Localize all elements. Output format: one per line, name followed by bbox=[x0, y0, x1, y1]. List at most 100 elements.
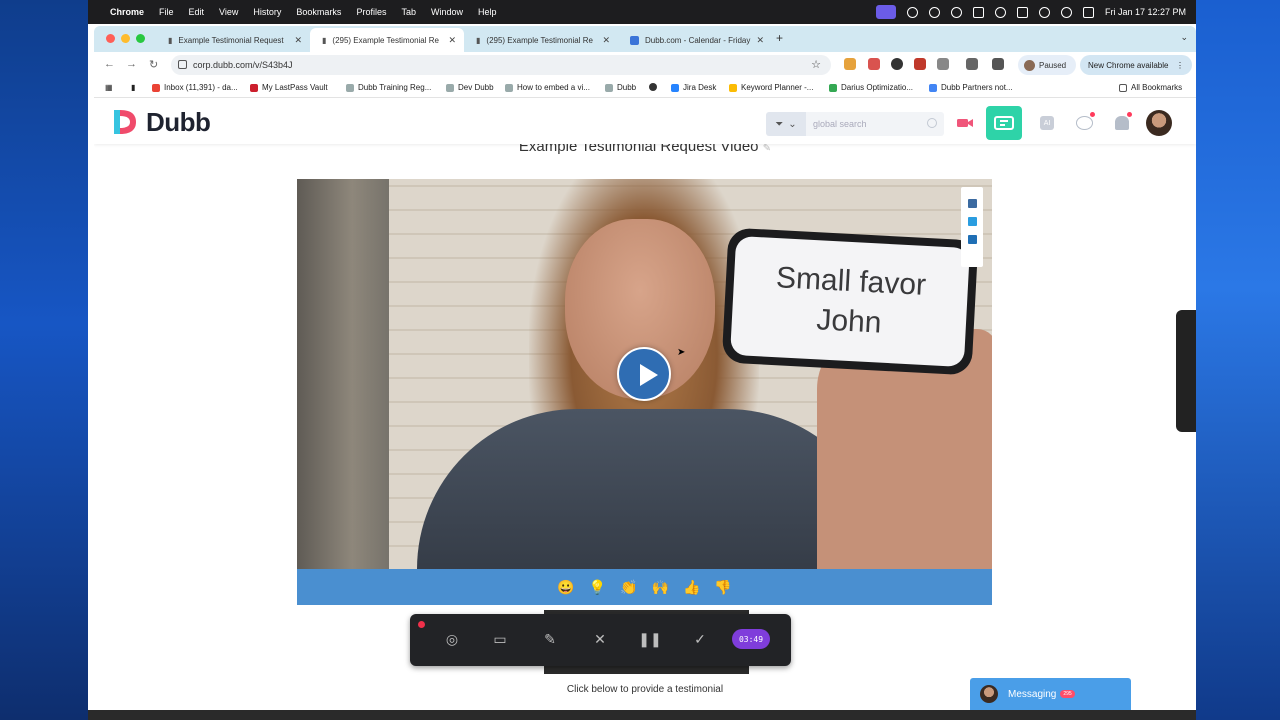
spotlight-search-icon[interactable] bbox=[1060, 6, 1072, 18]
play-button[interactable] bbox=[617, 347, 671, 401]
apps-grid-icon[interactable]: ▦ bbox=[105, 83, 113, 92]
wifi-icon[interactable] bbox=[1038, 6, 1050, 18]
cancel-icon[interactable]: ✕ bbox=[592, 631, 608, 647]
profile-button[interactable]: Paused bbox=[1018, 55, 1076, 75]
kebab-menu-icon[interactable]: ⋮ bbox=[1176, 61, 1184, 70]
extension-icon[interactable] bbox=[844, 58, 856, 70]
record-icon[interactable] bbox=[928, 6, 940, 18]
zoom-window-button[interactable] bbox=[136, 34, 145, 43]
reading-list-icon[interactable] bbox=[966, 58, 978, 70]
menu-bookmarks[interactable]: Bookmarks bbox=[296, 7, 341, 17]
menu-tab[interactable]: Tab bbox=[401, 7, 416, 17]
messaging-widget[interactable]: Messaging 295 bbox=[970, 678, 1131, 710]
screen-recorder-icon[interactable] bbox=[875, 5, 896, 19]
menu-file[interactable]: File bbox=[159, 7, 174, 17]
bookmark-darius[interactable]: Darius Optimizatio... bbox=[829, 83, 913, 92]
menu-history[interactable]: History bbox=[253, 7, 281, 17]
bookmark-lastpass[interactable]: My LastPass Vault bbox=[250, 83, 328, 92]
bookmark-dubb-partners[interactable]: Dubb Partners not... bbox=[929, 83, 1013, 92]
back-icon[interactable]: ← bbox=[104, 58, 115, 70]
download-icon[interactable] bbox=[992, 58, 1004, 70]
linkedin-icon[interactable] bbox=[967, 235, 977, 244]
ai-icon[interactable]: AI bbox=[1040, 116, 1054, 130]
bookmark-dubb-icon[interactable]: ▮ bbox=[131, 83, 135, 92]
video-player[interactable]: Small favor John ➤ bbox=[297, 179, 992, 569]
menu-edit[interactable]: Edit bbox=[189, 7, 205, 17]
dubb-logo-icon[interactable] bbox=[110, 108, 138, 136]
bookmark-dev-dubb[interactable]: Dev Dubb bbox=[446, 83, 494, 92]
bookmark-jira[interactable]: Jira Desk bbox=[671, 83, 716, 92]
address-bar[interactable]: corp.dubb.com/v/S43b4J ☆ bbox=[171, 55, 831, 75]
zoom-icon[interactable] bbox=[906, 6, 918, 18]
reaction-thumbs-down-icon[interactable]: 👎 bbox=[714, 579, 731, 596]
logo-text[interactable]: Dubb bbox=[146, 107, 211, 138]
bookmark-globe-icon[interactable] bbox=[649, 83, 657, 91]
update-chrome-button[interactable]: New Chrome available ⋮ bbox=[1080, 55, 1192, 75]
close-tab-icon[interactable]: ✕ bbox=[294, 35, 302, 46]
bookmark-inbox[interactable]: Inbox (11,391) - da... bbox=[152, 83, 238, 92]
menu-app-name[interactable]: Chrome bbox=[110, 7, 144, 17]
extension-icon[interactable] bbox=[914, 58, 926, 70]
media-play-icon[interactable] bbox=[994, 6, 1006, 18]
user-avatar[interactable] bbox=[1146, 110, 1172, 136]
desktop-wallpaper-right bbox=[1192, 0, 1280, 720]
tab-title: Example Testimonial Request bbox=[178, 35, 284, 45]
notification-dot bbox=[1127, 112, 1132, 117]
annotate-icon[interactable]: ✎ bbox=[542, 631, 558, 647]
global-search-input[interactable]: global search bbox=[806, 112, 944, 136]
video-camera-icon[interactable] bbox=[956, 114, 974, 132]
window-icon[interactable] bbox=[972, 6, 984, 18]
bookmark-star-icon[interactable]: ☆ bbox=[811, 58, 821, 71]
extension-icon[interactable] bbox=[868, 58, 880, 70]
menu-help[interactable]: Help bbox=[478, 7, 497, 17]
reaction-grin-icon[interactable]: 😀 bbox=[557, 579, 574, 596]
finish-check-icon[interactable]: ✓ bbox=[692, 631, 708, 647]
bell-icon[interactable] bbox=[1115, 116, 1129, 130]
menubar-clock[interactable]: Fri Jan 17 12:27 PM bbox=[1105, 7, 1186, 17]
chat-icon[interactable] bbox=[1076, 116, 1093, 130]
webcam-icon[interactable]: ◎ bbox=[444, 631, 460, 647]
pencil-edit-icon[interactable]: ✎ bbox=[763, 143, 771, 154]
tab-1[interactable]: ▮ Example Testimonial Request ✕ bbox=[156, 28, 310, 52]
reaction-thumbs-up-icon[interactable]: 👍 bbox=[683, 579, 700, 596]
search-icon[interactable] bbox=[927, 118, 937, 128]
twitter-icon[interactable] bbox=[967, 217, 977, 226]
tab-search-chevron-icon[interactable]: ⌄ bbox=[1180, 32, 1188, 43]
site-info-icon[interactable] bbox=[178, 60, 187, 69]
forward-icon[interactable]: → bbox=[126, 58, 137, 70]
bookmark-keyword-planner[interactable]: Keyword Planner -... bbox=[729, 83, 813, 92]
reaction-bulb-icon[interactable]: 💡 bbox=[589, 579, 606, 596]
battery-icon[interactable] bbox=[1016, 6, 1028, 18]
extension-icon[interactable] bbox=[891, 58, 903, 70]
menu-profiles[interactable]: Profiles bbox=[356, 7, 386, 17]
all-bookmarks[interactable]: All Bookmarks bbox=[1119, 83, 1182, 92]
bookmark-dubb[interactable]: Dubb bbox=[605, 83, 636, 92]
tab-2-active[interactable]: ▮ (295) Example Testimonial Re ✕ bbox=[310, 28, 464, 52]
tab-3[interactable]: ▮ (295) Example Testimonial Re ✕ bbox=[464, 28, 618, 52]
screen-share-icon[interactable]: ▭ bbox=[492, 631, 508, 647]
url-text[interactable]: corp.dubb.com/v/S43b4J bbox=[193, 60, 293, 70]
bookmark-embed[interactable]: How to embed a vi... bbox=[505, 83, 590, 92]
tab-4[interactable]: Dubb.com - Calendar - Friday ✕ bbox=[618, 28, 772, 52]
puzzle-icon[interactable] bbox=[937, 58, 949, 70]
close-tab-icon[interactable]: ✕ bbox=[602, 35, 610, 46]
close-window-button[interactable] bbox=[106, 34, 115, 43]
close-tab-icon[interactable]: ✕ bbox=[756, 35, 764, 46]
reaction-raised-hands-icon[interactable]: 🙌 bbox=[652, 579, 669, 596]
pause-icon[interactable]: ❚❚ bbox=[638, 631, 661, 647]
reload-icon[interactable]: ↻ bbox=[149, 58, 158, 71]
menu-window[interactable]: Window bbox=[431, 7, 463, 17]
close-tab-icon[interactable]: ✕ bbox=[448, 35, 456, 46]
reaction-clap-icon[interactable]: 👏 bbox=[620, 579, 637, 596]
minimize-window-button[interactable] bbox=[121, 34, 130, 43]
control-center-icon[interactable] bbox=[1082, 6, 1094, 18]
bookmark-dubb-training[interactable]: Dubb Training Reg... bbox=[346, 83, 431, 92]
new-tab-icon[interactable]: + bbox=[776, 31, 783, 45]
menu-view[interactable]: View bbox=[219, 7, 238, 17]
search-filter-dropdown[interactable]: ⏷ ⌄ bbox=[766, 112, 806, 136]
facebook-icon[interactable] bbox=[967, 199, 977, 208]
create-video-button[interactable] bbox=[986, 106, 1022, 140]
chat-app-icon[interactable] bbox=[950, 6, 962, 18]
dubb-favicon-icon: ▮ bbox=[476, 35, 481, 45]
side-drawer-tab[interactable] bbox=[1176, 310, 1196, 432]
